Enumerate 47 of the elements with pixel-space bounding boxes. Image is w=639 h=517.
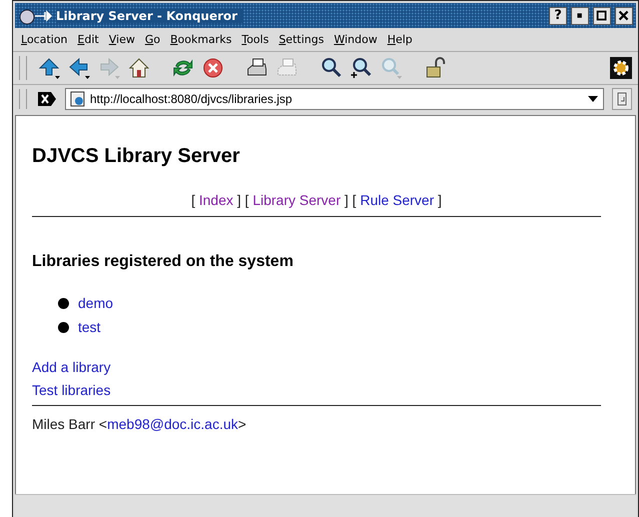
- action-link[interactable]: Test libraries: [32, 382, 111, 398]
- dropdown-arrow-icon[interactable]: [587, 94, 599, 104]
- bracket: ]: [438, 192, 442, 208]
- close-button[interactable]: [615, 6, 633, 24]
- menu-item[interactable]: View: [108, 33, 135, 46]
- magnifier-icon[interactable]: [349, 56, 373, 80]
- home-icon[interactable]: [127, 56, 151, 80]
- menu-item[interactable]: Location: [21, 33, 68, 46]
- magnifier-icon[interactable]: [319, 56, 343, 80]
- menu-item[interactable]: Tools: [242, 33, 269, 46]
- bracket: ]: [237, 192, 242, 208]
- menu-item[interactable]: Window: [334, 33, 378, 46]
- toolbar-handle[interactable]: [19, 89, 27, 109]
- menu-item[interactable]: Settings: [278, 33, 324, 46]
- menu-item[interactable]: Help: [387, 33, 412, 46]
- bracket: [: [191, 192, 196, 208]
- window-title: Library Server - Konqueror: [56, 8, 244, 22]
- gear-icon[interactable]: [610, 57, 632, 79]
- maximize-button[interactable]: [593, 6, 611, 24]
- toolbar-handle[interactable]: [19, 56, 27, 80]
- email-link[interactable]: meb98@doc.ic.ac.uk: [107, 416, 238, 432]
- menu-item[interactable]: Bookmarks: [170, 33, 232, 46]
- page-heading: DJVCS Library Server: [32, 145, 241, 168]
- author-line: Miles Barr <meb98@doc.ic.ac.uk>: [32, 416, 248, 432]
- library-link[interactable]: test: [78, 319, 101, 335]
- nav-link[interactable]: Rule Server: [360, 192, 434, 208]
- menu-item[interactable]: Go: [144, 33, 160, 46]
- page-icon: [70, 91, 86, 107]
- bullet-icon: [58, 298, 69, 308]
- action-link[interactable]: Add a library: [32, 359, 111, 375]
- stop-icon[interactable]: [201, 56, 225, 80]
- menu-item[interactable]: Edit: [78, 33, 99, 46]
- bracket: [: [352, 192, 356, 208]
- nav-link[interactable]: Index: [199, 192, 234, 208]
- bracket: [: [244, 192, 249, 208]
- up-arrow-icon[interactable]: [37, 56, 61, 80]
- section-heading: Libraries registered on the system: [32, 253, 294, 271]
- url-field[interactable]: http://localhost:8080/djvcs/libraries.jsp: [65, 88, 604, 110]
- minimize-button[interactable]: [571, 6, 589, 24]
- back-arrow-icon[interactable]: [67, 56, 91, 80]
- clear-icon[interactable]: [37, 91, 57, 107]
- help-button[interactable]: ?: [549, 6, 567, 24]
- nav-link[interactable]: Library Server: [252, 192, 341, 208]
- go-button[interactable]: [612, 88, 632, 110]
- library-link[interactable]: demo: [78, 295, 114, 311]
- bullet-icon: [58, 322, 69, 332]
- bracket: ]: [344, 192, 348, 208]
